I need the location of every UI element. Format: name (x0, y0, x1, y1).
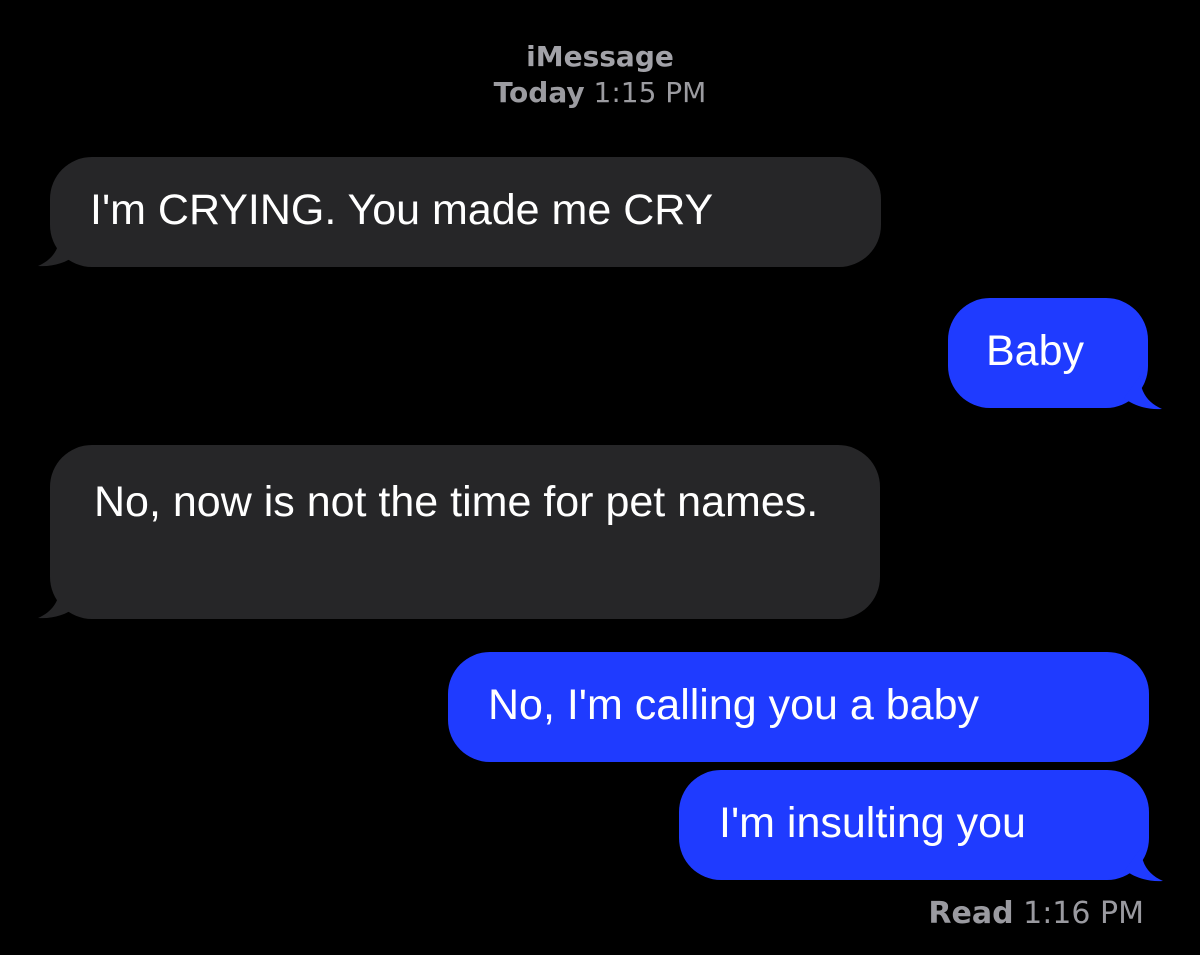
conversation-header: iMessage Today 1:15 PM (0, 40, 1200, 109)
service-label: iMessage (526, 40, 674, 73)
bubble-tail (1125, 848, 1163, 882)
message-text: Baby (986, 327, 1085, 375)
message-bubble-sent[interactable]: No, I'm calling you a baby (448, 652, 1149, 762)
timestamp-time: 1:15 PM (593, 75, 707, 109)
message-text: No, I'm calling you a baby (488, 681, 980, 729)
bubble-tail (38, 585, 76, 619)
read-receipt-time: 1:16 PM (1023, 896, 1144, 931)
read-receipt: Read 1:16 PM (928, 896, 1144, 931)
message-text: I'm insulting you (719, 799, 1026, 847)
bubble-tail (1124, 376, 1162, 410)
message-bubble-received[interactable]: No, now is not the time for pet names. (38, 445, 880, 619)
read-receipt-label: Read (928, 896, 1014, 931)
message-bubble-sent[interactable]: Baby (948, 298, 1162, 410)
timestamp-day: Today (493, 75, 585, 109)
bubble-tail (38, 233, 76, 267)
message-text: No, now is not the time for pet names. (94, 478, 819, 526)
message-text: I'm CRYING. You made me CRY (90, 186, 714, 234)
message-bubble-sent[interactable]: I'm insulting you (679, 770, 1163, 882)
message-bubble-received[interactable]: I'm CRYING. You made me CRY (38, 157, 881, 267)
conversation-timestamp: Today 1:15 PM (0, 76, 1200, 110)
